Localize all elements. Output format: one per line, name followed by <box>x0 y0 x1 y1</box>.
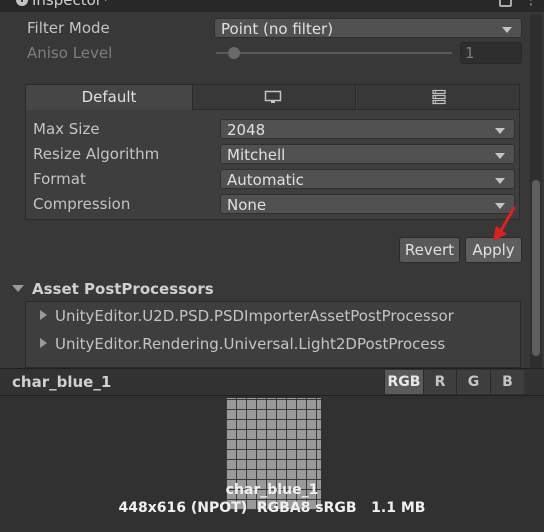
chevron-down-icon <box>495 128 505 134</box>
resize-algorithm-dropdown[interactable]: Mitchell <box>220 144 515 164</box>
channel-rgb-button[interactable]: RGB <box>384 370 423 394</box>
channel-b-button[interactable]: B <box>490 370 524 394</box>
postprocessors-title: Asset PostProcessors <box>32 280 214 298</box>
monitor-icon <box>264 90 282 103</box>
list-item[interactable]: UnityEditor.U2D.PSD.PSDImporterAssetPost… <box>40 304 454 328</box>
filter-mode-label: Filter Mode <box>27 19 110 37</box>
format-dropdown[interactable]: Automatic <box>220 169 515 189</box>
postprocessors-list: UnityEditor.U2D.PSD.PSDImporterAssetPost… <box>25 301 521 368</box>
compression-value: None <box>227 196 267 214</box>
lock-icon[interactable] <box>499 0 512 7</box>
scrollbar-thumb[interactable] <box>532 180 540 356</box>
foldout-closed-icon <box>40 338 47 348</box>
chevron-down-icon <box>495 178 505 184</box>
resize-algorithm-label: Resize Algorithm <box>33 145 160 163</box>
annotation-arrow-icon <box>493 206 516 241</box>
compression-label: Compression <box>33 195 131 213</box>
channel-r-button[interactable]: R <box>423 370 456 394</box>
tab-default[interactable]: Default <box>26 85 193 110</box>
max-size-value: 2048 <box>227 121 266 139</box>
postprocessor-name: UnityEditor.U2D.PSD.PSDImporterAssetPost… <box>55 307 454 325</box>
info-icon: i <box>16 0 28 6</box>
server-icon <box>432 89 446 105</box>
tab-server[interactable] <box>357 85 519 110</box>
aniso-level-label: Aniso Level <box>27 44 113 62</box>
aniso-level-slider-track[interactable] <box>216 52 452 54</box>
preview-caption-name: char_blue_1 <box>225 482 319 498</box>
preview-info: 448x616 (NPOT) RGBA8 sRGB 1.1 MB <box>118 500 426 516</box>
foldout-open-icon <box>12 285 24 292</box>
channel-g-button[interactable]: G <box>456 370 490 394</box>
foldout-closed-icon <box>40 310 47 320</box>
menu-icon[interactable]: ⋮ <box>524 0 538 8</box>
filter-mode-dropdown[interactable]: Point (no filter) <box>214 18 522 38</box>
resize-algorithm-value: Mitchell <box>227 146 286 164</box>
chevron-down-icon <box>502 27 512 33</box>
postprocessor-name: UnityEditor.Rendering.Universal.Light2DP… <box>55 335 446 353</box>
inspector-title-bar: i Inspector* ⋮ <box>0 0 544 12</box>
tab-default-label: Default <box>81 88 137 106</box>
format-label: Format <box>33 170 86 188</box>
window-title[interactable]: Inspector* <box>32 0 109 9</box>
compression-dropdown[interactable]: None <box>220 194 515 214</box>
filter-mode-value: Point (no filter) <box>221 20 334 38</box>
list-item[interactable]: UnityEditor.Rendering.Universal.Light2DP… <box>40 332 445 356</box>
postprocessors-header[interactable]: Asset PostProcessors <box>12 278 214 300</box>
preview-asset-name: char_blue_1 <box>12 373 112 391</box>
tab-standalone[interactable] <box>193 85 356 110</box>
max-size-dropdown[interactable]: 2048 <box>220 119 515 139</box>
aniso-level-value: 1 <box>465 44 475 62</box>
aniso-level-field[interactable]: 1 <box>460 42 522 64</box>
max-size-label: Max Size <box>33 120 100 138</box>
aniso-level-slider-thumb[interactable] <box>228 47 240 59</box>
chevron-down-icon <box>495 153 505 159</box>
format-value: Automatic <box>227 171 304 189</box>
revert-label: Revert <box>404 241 455 259</box>
revert-button[interactable]: Revert <box>399 237 460 263</box>
